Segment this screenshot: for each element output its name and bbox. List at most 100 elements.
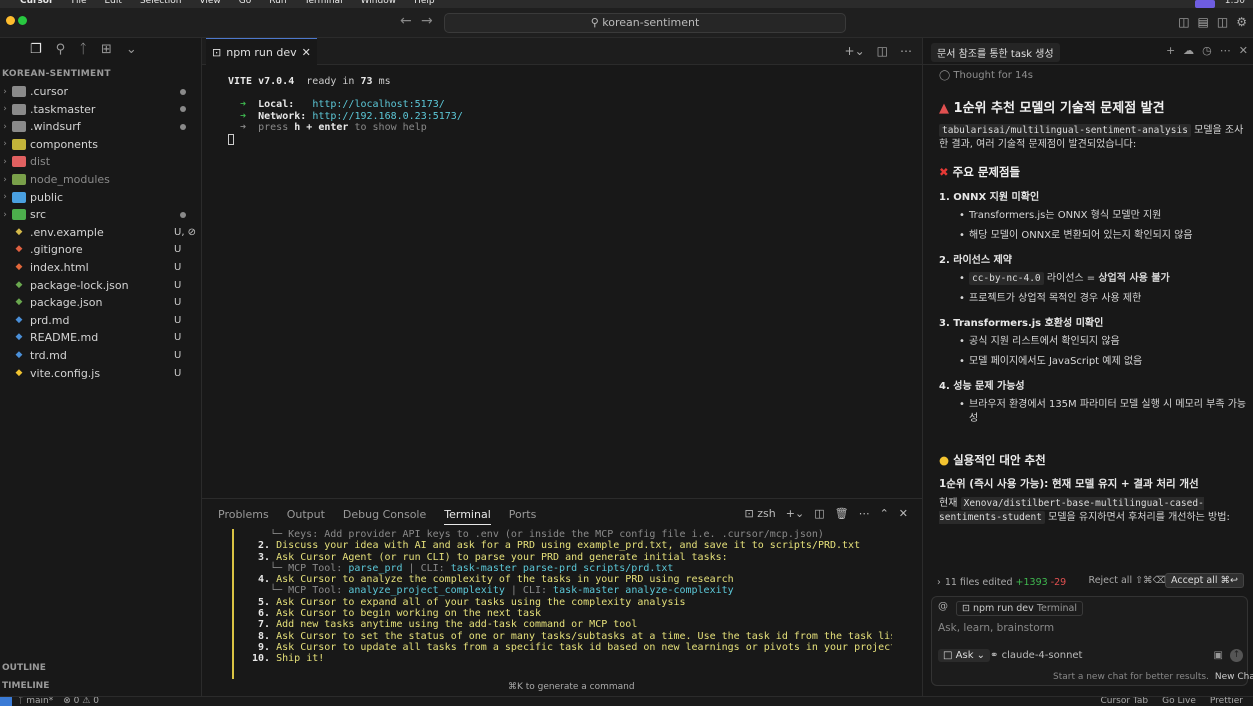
new-chat-link[interactable]: New Chat xyxy=(1215,672,1253,682)
new-chat-icon[interactable]: + xyxy=(1166,44,1175,57)
menu-item-cursor[interactable]: Cursor xyxy=(20,0,53,6)
image-attach-icon[interactable]: ▣ xyxy=(1214,650,1223,661)
tree-item-label: public xyxy=(30,190,64,204)
modified-dot-icon xyxy=(180,106,186,113)
maximize-panel-icon[interactable]: ⌃ xyxy=(880,507,889,520)
tree-file[interactable]: ◆ trd.md U xyxy=(0,347,200,364)
bullet: 모델 페이지에서도 JavaScript 예제 없음 xyxy=(939,355,1249,369)
window-minimize-icon[interactable] xyxy=(6,16,15,25)
window-zoom-icon[interactable] xyxy=(18,16,27,25)
more-actions-icon[interactable]: ⋯ xyxy=(1220,44,1231,57)
tree-item-label: trd.md xyxy=(30,349,67,362)
tree-file[interactable]: ◆ .env.example U, ⊘ xyxy=(0,224,200,241)
tree-folder[interactable]: › dist xyxy=(0,153,200,170)
tree-folder[interactable]: › components xyxy=(0,136,200,153)
accept-all-button[interactable]: Accept all ⌘↩ xyxy=(1165,573,1244,588)
folder-icon xyxy=(12,174,26,185)
tree-folder[interactable]: › .cursor xyxy=(0,83,200,100)
split-editor-icon[interactable]: ◫ xyxy=(877,44,888,58)
explorer-files-icon[interactable]: ❐ xyxy=(30,42,42,57)
menu-item-window[interactable]: Window xyxy=(361,0,397,6)
menu-item-terminal[interactable]: Terminal xyxy=(305,0,343,6)
extensions-icon[interactable]: ⊞ xyxy=(101,42,112,57)
panel-tab-debug-console[interactable]: Debug Console xyxy=(343,508,426,525)
timeline-section[interactable]: TIMELINE xyxy=(2,681,49,691)
mode-selector[interactable]: □ Ask ⌄ xyxy=(938,649,991,662)
menu-item-file[interactable]: File xyxy=(71,0,86,6)
git-branch[interactable]: ᛏ main* xyxy=(18,697,53,706)
menu-item-go[interactable]: Go xyxy=(239,0,251,6)
tree-file[interactable]: ◆ .gitignore U xyxy=(0,241,200,258)
close-panel-icon[interactable]: ✕ xyxy=(899,507,908,520)
cloud-icon[interactable]: ☁ xyxy=(1183,44,1194,57)
command-search-bar[interactable]: ⚲ korean-sentiment xyxy=(444,13,846,33)
model-selector[interactable]: ⚭ claude-4-sonnet xyxy=(990,650,1082,661)
chat-tab-title[interactable]: 문서 참조를 통한 task 생성 xyxy=(931,43,1060,62)
forward-arrow-icon[interactable]: → xyxy=(421,13,433,29)
back-arrow-icon[interactable]: ← xyxy=(400,13,412,29)
git-status-badge: U xyxy=(174,367,182,379)
problems-count[interactable]: ⊗ 0 ⚠ 0 xyxy=(63,697,99,706)
tree-file[interactable]: ◆ package.json U xyxy=(0,294,200,311)
more-actions-icon[interactable]: ⋯ xyxy=(859,507,870,520)
outline-section[interactable]: OUTLINE xyxy=(2,663,46,673)
kill-terminal-icon[interactable]: 🗑 xyxy=(835,507,849,520)
more-actions-icon[interactable]: ⋯ xyxy=(900,44,912,58)
status-item-cursor-tab[interactable]: Cursor Tab xyxy=(1100,697,1148,706)
context-chip-terminal[interactable]: ⊡ npm run dev Terminal xyxy=(956,601,1083,616)
status-item-go-live[interactable]: Go Live xyxy=(1162,697,1196,706)
tree-file[interactable]: ◆ index.html U xyxy=(0,259,200,276)
chevron-right-icon[interactable]: › xyxy=(937,577,941,588)
tree-folder[interactable]: › .taskmaster xyxy=(0,101,200,118)
status-item-prettier[interactable]: Prettier xyxy=(1210,697,1243,706)
edited-files-toggle[interactable]: 11 files edited xyxy=(945,577,1013,588)
menu-item-view[interactable]: View xyxy=(199,0,220,6)
new-terminal-icon[interactable]: +⌄ xyxy=(786,507,804,520)
settings-gear-icon[interactable]: ⚙ xyxy=(1236,15,1247,29)
terminal-shell-label[interactable]: ⊡ zsh xyxy=(745,507,776,520)
send-button[interactable]: ↑ xyxy=(1230,649,1243,662)
menu-item-edit[interactable]: Edit xyxy=(105,0,122,6)
tree-folder[interactable]: › .windsurf xyxy=(0,118,200,135)
remote-indicator-icon[interactable] xyxy=(0,697,12,706)
thought-indicator[interactable]: ◯ Thought for 14s xyxy=(939,70,1249,81)
toggle-sidebar-icon[interactable]: ◫ xyxy=(1178,15,1189,29)
bullet: 공식 지원 리스트에서 확인되지 않음 xyxy=(939,335,1249,349)
tree-file[interactable]: ◆ vite.config.js U xyxy=(0,365,200,382)
menu-item-selection[interactable]: Selection xyxy=(140,0,181,6)
local-url-link[interactable]: http://localhost:5173/ xyxy=(312,99,444,110)
reject-all-button[interactable]: Reject all ⇧⌘⌫ xyxy=(1089,575,1166,586)
toggle-secondary-sidebar-icon[interactable]: ◫ xyxy=(1217,15,1228,29)
panel-tab-problems[interactable]: Problems xyxy=(218,508,269,525)
panel-tab-ports[interactable]: Ports xyxy=(509,508,537,525)
search-icon[interactable]: ⚲ xyxy=(56,42,66,57)
network-url-link[interactable]: http://192.168.0.23:5173/ xyxy=(312,111,463,122)
tree-file[interactable]: ◆ README.md U xyxy=(0,329,200,346)
terminal-line: └─ MCP Tool: analyze_project_complexity … xyxy=(252,585,734,597)
file-icon: ◆ xyxy=(15,262,23,272)
chat-input[interactable] xyxy=(938,622,1238,634)
tree-item-label: .gitignore xyxy=(30,243,83,257)
terminal-output[interactable]: └─ Keys: Add provider API keys to .env (… xyxy=(232,529,892,679)
tree-file[interactable]: ◆ package-lock.json U xyxy=(0,277,200,294)
tree-folder[interactable]: › node_modules xyxy=(0,171,200,188)
tab-npm-run-dev[interactable]: ⊡ npm run dev ✕ xyxy=(206,38,317,65)
status-accent-icon xyxy=(1194,0,1215,8)
tree-file[interactable]: ◆ prd.md U xyxy=(0,312,200,329)
close-icon[interactable]: ✕ xyxy=(1239,44,1248,57)
panel-tab-output[interactable]: Output xyxy=(287,508,325,525)
menu-item-help[interactable]: Help xyxy=(414,0,435,6)
toggle-panel-icon[interactable]: ▤ xyxy=(1198,15,1209,29)
panel-tab-terminal[interactable]: Terminal xyxy=(444,508,491,525)
new-terminal-icon[interactable]: +⌄ xyxy=(845,44,865,58)
tree-folder[interactable]: › src xyxy=(0,206,200,223)
split-terminal-icon[interactable]: ◫ xyxy=(814,507,824,520)
dev-server-terminal[interactable]: VITE v7.0.4 ready in 73 ms ➜ Local: http… xyxy=(228,76,463,146)
close-icon[interactable]: ✕ xyxy=(302,46,311,59)
tree-folder[interactable]: › public xyxy=(0,189,200,206)
menu-item-run[interactable]: Run xyxy=(269,0,286,6)
source-control-icon[interactable]: ᛏ xyxy=(79,42,87,57)
history-icon[interactable]: ◷ xyxy=(1202,44,1212,57)
chevron-down-icon[interactable]: ⌄ xyxy=(126,42,137,57)
mention-icon[interactable]: @ xyxy=(938,601,948,612)
